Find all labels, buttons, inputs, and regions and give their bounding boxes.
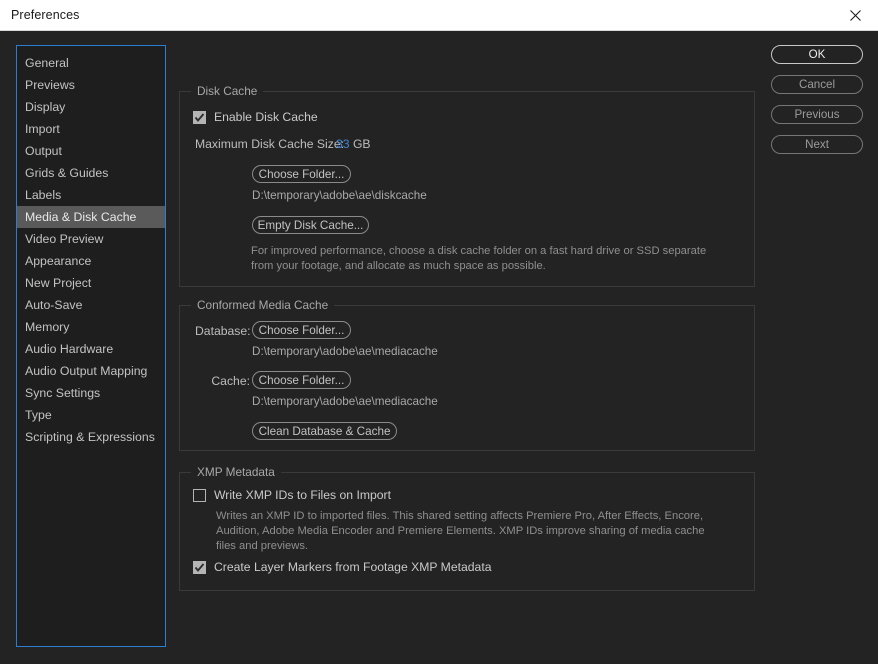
window-title: Preferences [11,8,80,22]
cancel-button[interactable]: Cancel [771,75,863,94]
close-button[interactable] [833,0,878,30]
cache-label: Cache: [211,374,250,388]
enable-disk-cache-checkbox[interactable] [193,110,206,124]
ok-button[interactable]: OK [771,45,863,64]
write-xmp-ids-checkbox[interactable] [193,488,206,502]
sidebar-item-general[interactable]: General [17,52,165,74]
conformed-media-cache-legend: Conformed Media Cache [191,298,335,312]
category-list[interactable]: General Previews Display Import Output Grids … [16,45,166,647]
choose-folder-cache-button[interactable]: Choose Folder... [252,371,351,389]
dialog-action-buttons: OK Cancel Previous Next [771,45,863,165]
database-path: D:\temporary\adobe\ae\mediacache [252,345,438,358]
sidebar-item-sync-settings[interactable]: Sync Settings [17,382,165,404]
enable-disk-cache-label: Enable Disk Cache [214,110,318,124]
max-disk-cache-size-value[interactable]: 33 [336,137,350,151]
create-layer-markers-row[interactable]: Create Layer Markers from Footage XMP Me… [193,560,492,574]
cache-path: D:\temporary\adobe\ae\mediacache [252,395,438,408]
sidebar-item-audio-hardware[interactable]: Audio Hardware [17,338,165,360]
xmp-metadata-legend: XMP Metadata [191,465,281,479]
create-layer-markers-label: Create Layer Markers from Footage XMP Me… [214,560,492,574]
preferences-dialog-body: General Previews Display Import Output Grids … [0,31,878,664]
sidebar-item-audio-output-mapping[interactable]: Audio Output Mapping [17,360,165,382]
sidebar-item-auto-save[interactable]: Auto-Save [17,294,165,316]
sidebar-item-grids-guides[interactable]: Grids & Guides [17,162,165,184]
max-disk-cache-size-value-group: 33 GB [336,137,371,151]
empty-disk-cache-button[interactable]: Empty Disk Cache... [252,216,369,234]
title-bar: Preferences [0,0,878,31]
sidebar-item-scripting-expressions[interactable]: Scripting & Expressions [17,426,165,448]
write-xmp-ids-row[interactable]: Write XMP IDs to Files on Import [193,488,391,502]
sidebar-item-import[interactable]: Import [17,118,165,140]
sidebar-item-labels[interactable]: Labels [17,184,165,206]
disk-cache-hint: For improved performance, choose a disk … [251,245,707,272]
choose-folder-database-button[interactable]: Choose Folder... [252,321,351,339]
sidebar-item-type[interactable]: Type [17,404,165,426]
database-label: Database: [195,324,251,338]
sidebar-item-memory[interactable]: Memory [17,316,165,338]
check-icon [194,562,205,572]
previous-button[interactable]: Previous [771,105,863,124]
sidebar-item-media-disk-cache[interactable]: Media & Disk Cache [17,206,165,228]
write-xmp-ids-label: Write XMP IDs to Files on Import [214,488,391,502]
xmp-metadata-hint: Writes an XMP ID to imported files. This… [216,510,705,552]
enable-disk-cache-row[interactable]: Enable Disk Cache [193,110,318,124]
max-disk-cache-size-label: Maximum Disk Cache Size: [195,137,344,151]
sidebar-item-display[interactable]: Display [17,96,165,118]
sidebar-item-appearance[interactable]: Appearance [17,250,165,272]
sidebar-item-output[interactable]: Output [17,140,165,162]
choose-folder-disk-cache-button[interactable]: Choose Folder... [252,165,351,183]
create-layer-markers-checkbox[interactable] [193,560,206,574]
clean-database-and-cache-button[interactable]: Clean Database & Cache [252,422,397,440]
max-disk-cache-size-unit: GB [352,137,371,151]
next-button[interactable]: Next [771,135,863,154]
close-icon [850,9,861,21]
sidebar-item-video-preview[interactable]: Video Preview [17,228,165,250]
disk-cache-path: D:\temporary\adobe\ae\diskcache [252,189,427,202]
check-icon [194,112,205,122]
sidebar-item-new-project[interactable]: New Project [17,272,165,294]
disk-cache-legend: Disk Cache [191,84,264,98]
sidebar-item-previews[interactable]: Previews [17,74,165,96]
